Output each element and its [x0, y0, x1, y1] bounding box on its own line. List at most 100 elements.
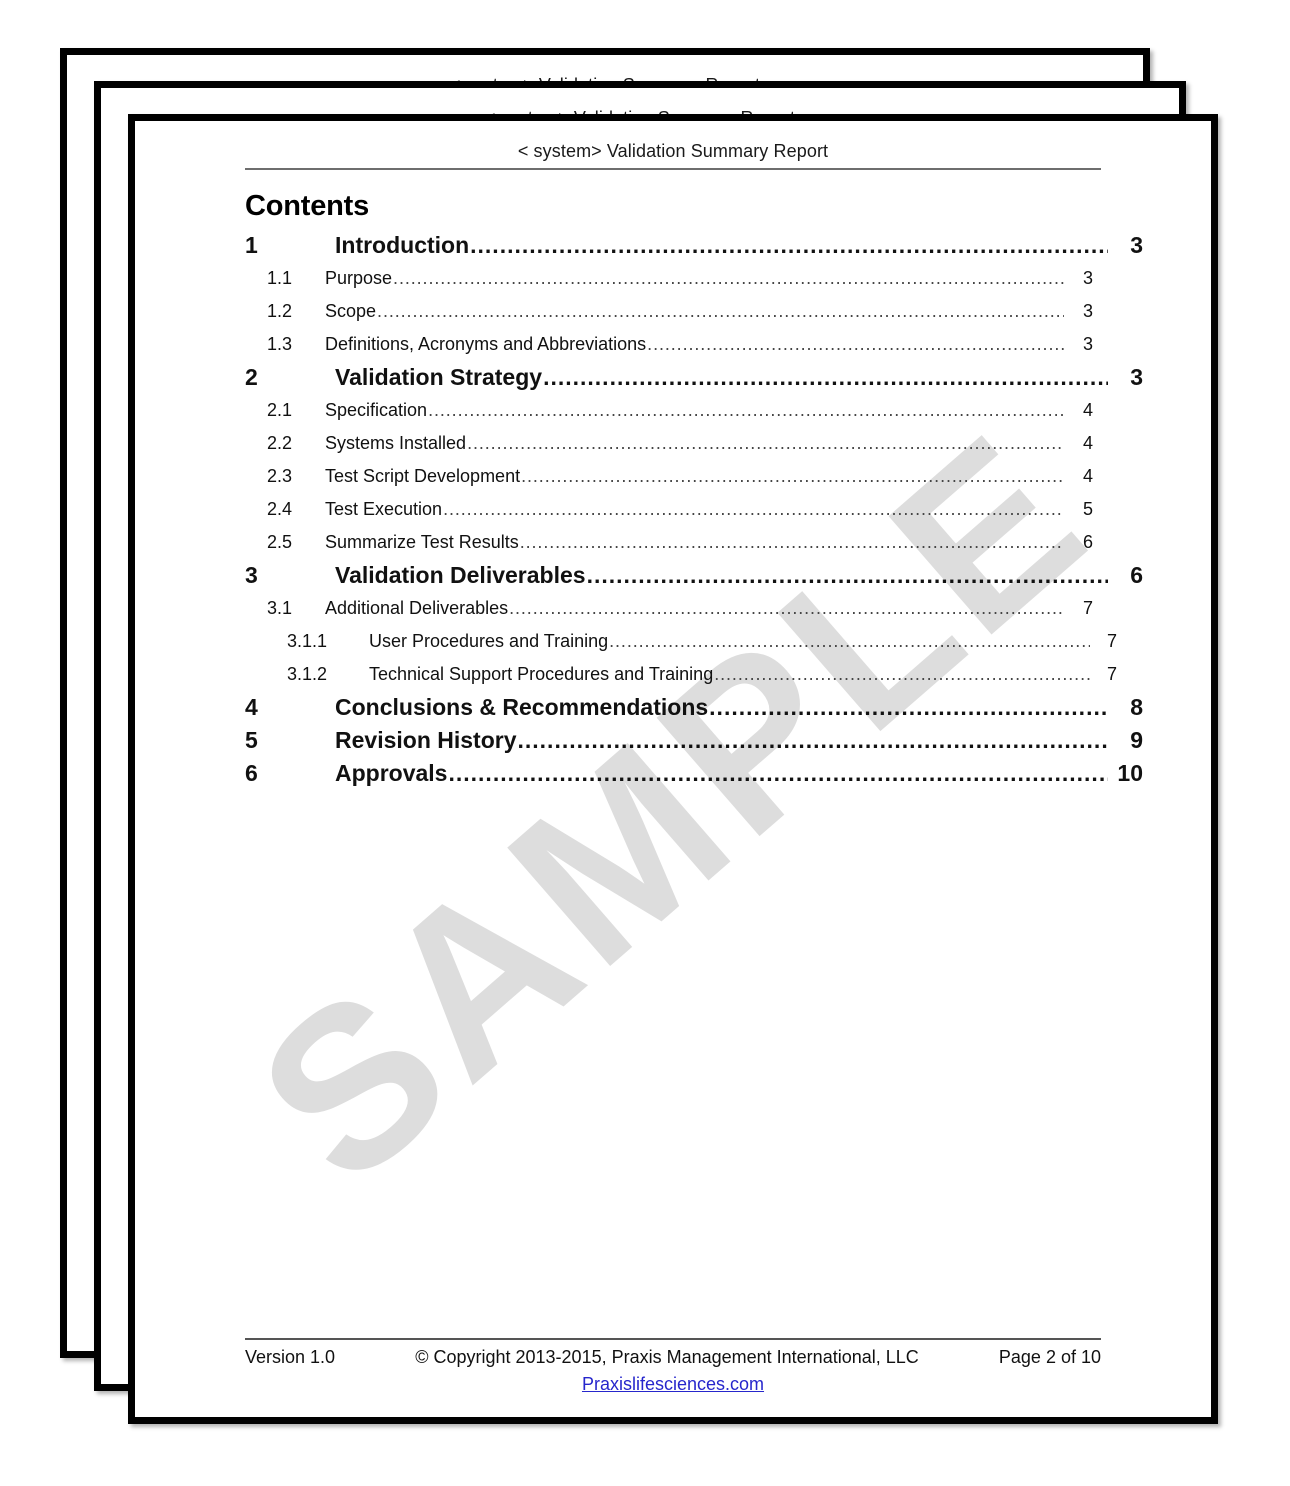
- toc-entry-page-number: 5: [1082, 499, 1093, 519]
- toc-entry-label: Validation Deliverables: [335, 562, 586, 588]
- toc-entry[interactable]: 1.2 Scope................................…: [245, 295, 1143, 328]
- toc-entry[interactable]: 2.5 Summarize Test Results...............…: [245, 526, 1143, 559]
- toc-entry-label: Systems Installed: [325, 433, 467, 453]
- toc-entry-label: Test Script Development: [325, 466, 521, 486]
- toc-entry-label: Validation Strategy: [335, 364, 543, 390]
- toc-entry[interactable]: 2 Validation Strategy....................…: [245, 361, 1143, 394]
- toc-entry-number: 2.1: [267, 400, 293, 420]
- toc-dot-leader: ........................................…: [609, 631, 1090, 651]
- page-sheet-front[interactable]: < system> Validation Summary Report SAMP…: [128, 114, 1218, 1424]
- toc-entry[interactable]: 5 Revision History.......................…: [245, 724, 1143, 757]
- contents-heading: Contents: [245, 190, 370, 222]
- toc-entry-number: 3.1: [267, 598, 293, 618]
- toc-entry-page-number: 6: [1082, 532, 1093, 552]
- toc-entry-number: 1.2: [267, 301, 293, 321]
- toc-entry-number: 2: [245, 364, 258, 390]
- toc-dot-leader: ........................................…: [519, 532, 1064, 552]
- toc-entry-page-number: 8: [1130, 694, 1143, 720]
- toc-dot-leader: ........................................…: [509, 598, 1064, 618]
- toc-entry-page-number: 7: [1106, 664, 1117, 684]
- toc-dot-leader: ........................................…: [377, 301, 1064, 321]
- footer-website-link[interactable]: Praxislifesciences.com: [582, 1374, 764, 1394]
- toc-entry[interactable]: 3 Validation Deliverables................…: [245, 559, 1143, 592]
- toc-entry-page-number: 9: [1130, 727, 1143, 753]
- toc-entry-label: Revision History: [335, 727, 517, 753]
- toc-entry-page-number: 3: [1130, 364, 1143, 390]
- footer-rule: [245, 1338, 1101, 1340]
- toc-entry[interactable]: 1 Introduction...........................…: [245, 229, 1143, 262]
- toc-entry-number: 5: [245, 727, 258, 753]
- footer-version: Version 1.0: [245, 1347, 336, 1367]
- toc-entry-number: 2.4: [267, 499, 293, 519]
- toc-entry-list: 1 Introduction...........................…: [245, 229, 1143, 790]
- toc-entry-label: Test Execution: [325, 499, 443, 519]
- toc-entry-label: User Procedures and Training: [369, 631, 609, 651]
- toc-dot-leader: ........................................…: [448, 760, 1108, 786]
- toc-dot-leader: ........................................…: [517, 727, 1109, 753]
- toc-entry-number: 2.3: [267, 466, 293, 486]
- toc-entry-page-number: 7: [1082, 598, 1093, 618]
- toc-entry-page-number: 3: [1082, 301, 1093, 321]
- toc-entry-label: Summarize Test Results: [325, 532, 519, 552]
- page-footer: Version 1.0 © Copyright 2013-2015, Praxi…: [135, 1338, 1211, 1395]
- toc-dot-leader: ........................................…: [647, 334, 1064, 354]
- toc-dot-leader: ........................................…: [714, 664, 1090, 684]
- toc-dot-leader: ........................................…: [393, 268, 1064, 288]
- footer-url-wrap: Praxislifesciences.com: [135, 1374, 1211, 1395]
- toc-dot-leader: ........................................…: [586, 562, 1108, 588]
- toc-entry[interactable]: 1.1 Purpose..............................…: [245, 262, 1143, 295]
- table-of-contents: Contents 1 Introduction..................…: [245, 170, 1143, 790]
- toc-entry-page-number: 4: [1082, 400, 1093, 420]
- toc-entry-number: 4: [245, 694, 258, 720]
- toc-dot-leader: ........................................…: [470, 232, 1108, 258]
- toc-entry-number: 1.1: [267, 268, 293, 288]
- running-header-front: < system> Validation Summary Report: [517, 141, 829, 161]
- toc-entry-page-number: 4: [1082, 466, 1093, 486]
- page-front-content: < system> Validation Summary Report SAMP…: [135, 121, 1211, 1417]
- toc-entry-page-number: 10: [1117, 760, 1143, 786]
- toc-entry[interactable]: 3.1.2 Technical Support Procedures and Tr…: [245, 658, 1143, 691]
- toc-entry-label: Additional Deliverables: [325, 598, 509, 618]
- toc-entry-page-number: 3: [1082, 334, 1093, 354]
- toc-entry-label: Scope: [325, 301, 377, 321]
- toc-entry[interactable]: 2.4 Test Execution.......................…: [245, 493, 1143, 526]
- toc-entry-number: 2.2: [267, 433, 293, 453]
- toc-entry-label: Purpose: [325, 268, 393, 288]
- toc-entry[interactable]: 1.3 Definitions, Acronyms and Abbreviatio…: [245, 328, 1143, 361]
- toc-entry-number: 2.5: [267, 532, 293, 552]
- toc-entry[interactable]: 2.1 Specification........................…: [245, 394, 1143, 427]
- toc-dot-leader: ........................................…: [467, 433, 1064, 453]
- toc-entry-label: Technical Support Procedures and Trainin…: [369, 664, 714, 684]
- toc-dot-leader: ........................................…: [521, 466, 1064, 486]
- footer-line: Version 1.0 © Copyright 2013-2015, Praxi…: [245, 1347, 1101, 1368]
- toc-entry-number: 3.1.1: [287, 631, 328, 651]
- toc-entry-number: 3.1.2: [287, 664, 328, 684]
- footer-page-number: Page 2 of 10: [998, 1347, 1101, 1367]
- toc-entry-page-number: 3: [1130, 232, 1143, 258]
- toc-entry-label: Introduction: [335, 232, 470, 258]
- toc-entry[interactable]: 4 Conclusions & Recommendations..........…: [245, 691, 1143, 724]
- toc-dot-leader: ........................................…: [543, 364, 1108, 390]
- toc-entry-number: 1: [245, 232, 258, 258]
- toc-entry-number: 6: [245, 760, 258, 786]
- toc-entry-number: 1.3: [267, 334, 293, 354]
- toc-entry-label: Specification: [325, 400, 428, 420]
- toc-entry-label: Definitions, Acronyms and Abbreviations: [325, 334, 647, 354]
- toc-entry[interactable]: 2.3 Test Script Development..............…: [245, 460, 1143, 493]
- toc-dot-leader: ........................................…: [428, 400, 1064, 420]
- toc-entry[interactable]: 2.2 Systems Installed....................…: [245, 427, 1143, 460]
- toc-entry-page-number: 6: [1130, 562, 1143, 588]
- toc-entry[interactable]: 3.1 Additional Deliverables..............…: [245, 592, 1143, 625]
- document-page-stack: < system> Validation Summary Report < sy…: [0, 0, 1290, 1486]
- toc-dot-leader: ........................................…: [709, 694, 1108, 720]
- toc-dot-leader: ........................................…: [443, 499, 1064, 519]
- toc-entry-number: 3: [245, 562, 258, 588]
- toc-entry-label: Approvals: [335, 760, 448, 786]
- toc-entry[interactable]: 6 Approvals..............................…: [245, 757, 1143, 790]
- toc-entry-page-number: 4: [1082, 433, 1093, 453]
- toc-entry-page-number: 3: [1082, 268, 1093, 288]
- toc-entry-page-number: 7: [1106, 631, 1117, 651]
- toc-entry[interactable]: 3.1.1 User Procedures and Training.......…: [245, 625, 1143, 658]
- footer-copyright: © Copyright 2013-2015, Praxis Management…: [415, 1347, 919, 1367]
- toc-entry-label: Conclusions & Recommendations: [335, 694, 709, 720]
